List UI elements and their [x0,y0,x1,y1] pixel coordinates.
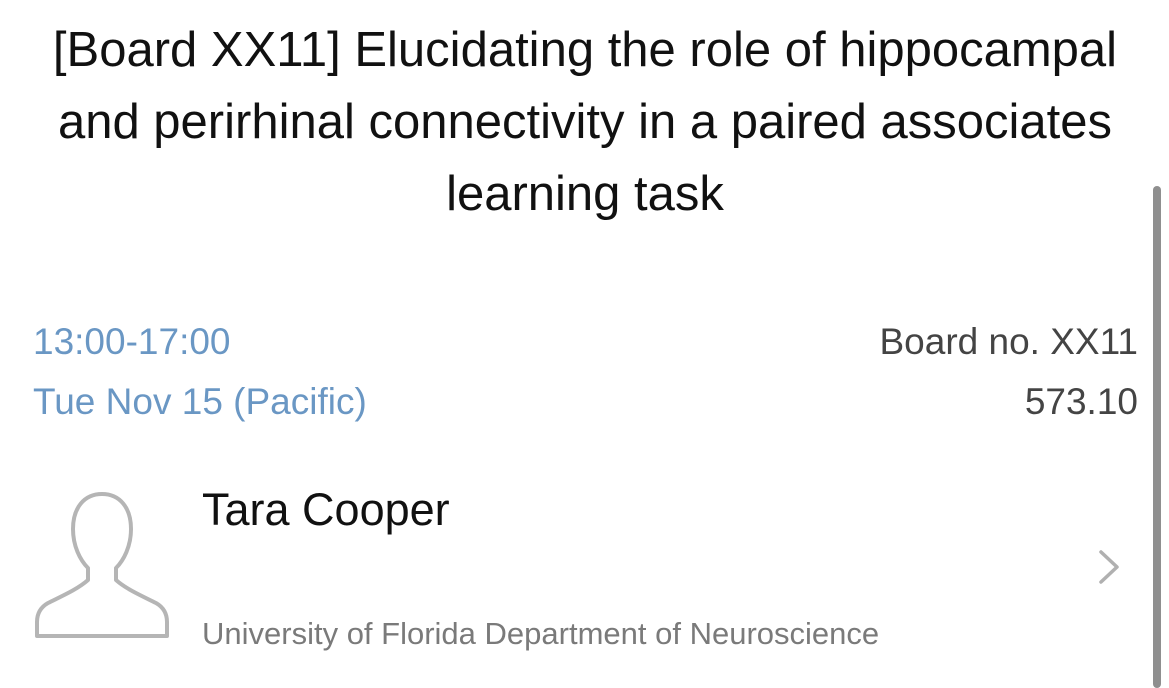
session-date: Tue Nov 15 (Pacific) [33,381,367,422]
session-time: 13:00-17:00 [33,321,231,362]
person-silhouette-icon [35,492,169,638]
author-name: Tara Cooper [202,484,450,535]
author-affiliation: University of Florida Department of Neur… [202,616,880,651]
poster-detail-screen: [Board XX11] Elucidating the role of hip… [0,0,1169,688]
poster-title: [Board XX11] Elucidating the role of hip… [52,23,1118,221]
board-number: Board no. XX11 [879,321,1139,362]
chevron-right-icon[interactable] [1097,548,1121,586]
abstract-code: 573.10 [1024,381,1138,422]
scrollbar[interactable] [1153,186,1161,688]
author-row[interactable]: Tara Cooper University of Florida Depart… [0,470,1169,680]
